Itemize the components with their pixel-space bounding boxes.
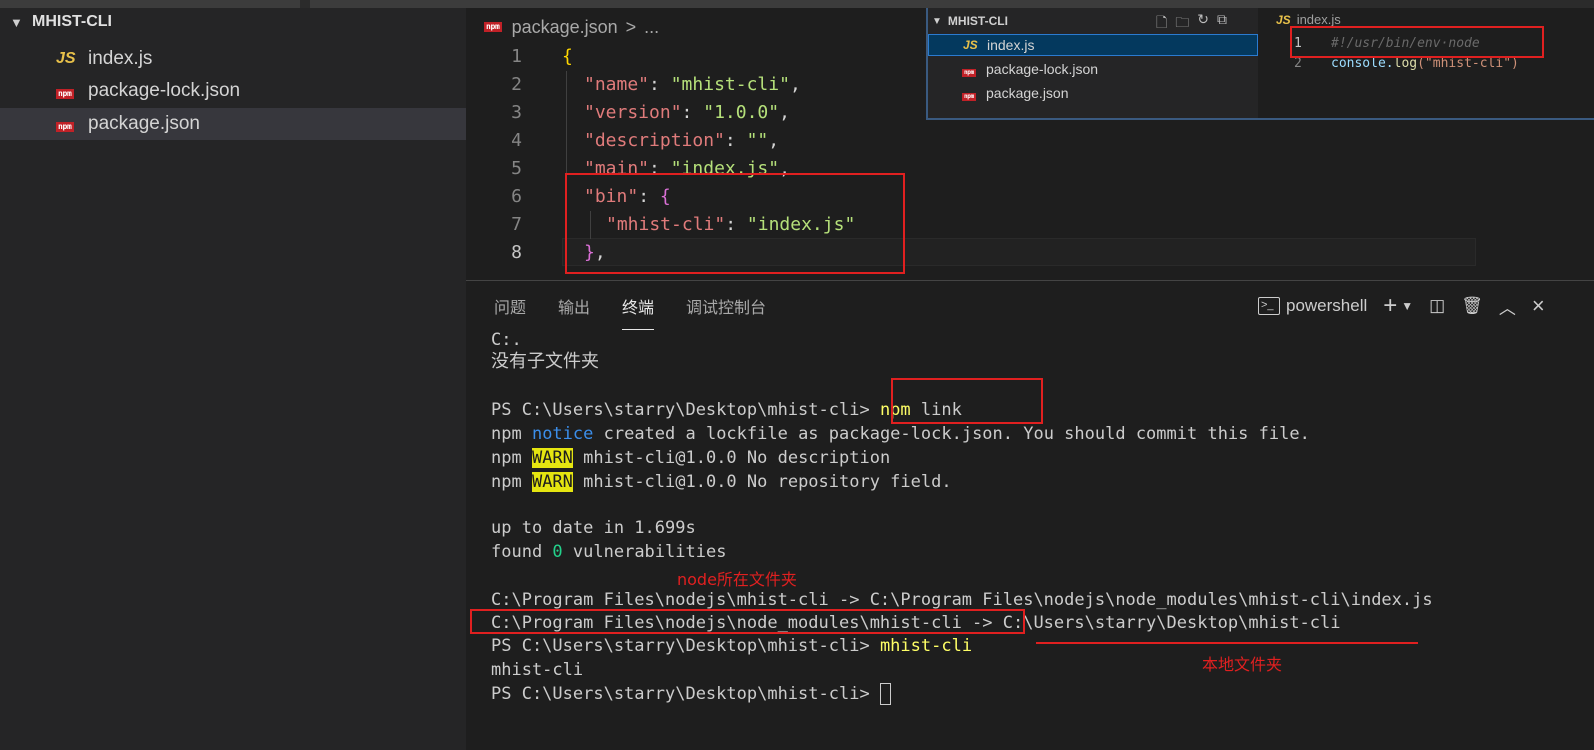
inset-file-label: index.js bbox=[987, 37, 1035, 53]
terminal-cursor bbox=[879, 683, 891, 705]
js-file-icon: JS bbox=[963, 38, 978, 52]
line-number: 2 bbox=[511, 74, 522, 95]
line-number: 3 bbox=[511, 102, 522, 123]
explorer-file-index-js[interactable]: JS index.js bbox=[0, 43, 466, 75]
explorer-folder-title: MHIST-CLI bbox=[32, 13, 112, 30]
line-number: 6 bbox=[511, 186, 522, 207]
npm-file-icon: npm bbox=[56, 89, 74, 99]
tab-strip-segment bbox=[310, 0, 1310, 8]
new-folder-icon[interactable]: 🗀 bbox=[1175, 12, 1189, 36]
line-number: 8 bbox=[511, 242, 522, 263]
line-number: 4 bbox=[511, 130, 522, 151]
annotation-box-bin bbox=[565, 173, 905, 274]
terminal-line: npm WARN mhist-cli@1.0.0 No description bbox=[491, 448, 891, 468]
explorer-file-package-lock-json[interactable]: npm package-lock.json bbox=[0, 75, 466, 107]
code-line-4: "description": "", bbox=[584, 130, 780, 151]
inset-explorer-toolbar: 🗋 🗀 ↻ ⧉ bbox=[1156, 12, 1227, 36]
terminal-shell-selector[interactable]: >_ powershell bbox=[1258, 296, 1367, 316]
refresh-icon[interactable]: ↻ bbox=[1197, 12, 1209, 36]
annotation-local-folder: 本地文件夹 bbox=[1202, 655, 1283, 674]
line-number: 7 bbox=[511, 214, 522, 235]
panel-toolbar: >_ powershell + ▼ ◫ 🗑 ︿ × bbox=[1258, 292, 1545, 320]
bottom-panel bbox=[466, 280, 1594, 750]
tab-output[interactable]: 输出 bbox=[558, 294, 590, 330]
collapse-all-icon[interactable]: ⧉ bbox=[1217, 12, 1227, 36]
tab-debug-console[interactable]: 调试控制台 bbox=[686, 294, 766, 330]
terminal-line: npm notice created a lockfile as package… bbox=[491, 424, 1310, 444]
inset-explorer-header[interactable]: ▼ MHIST-CLI bbox=[932, 12, 1008, 30]
js-file-icon: JS bbox=[56, 50, 76, 67]
annotation-underline bbox=[1036, 642, 1418, 644]
npm-file-icon: npm bbox=[484, 22, 502, 32]
shell-label: powershell bbox=[1286, 296, 1368, 315]
npm-file-icon: npm bbox=[56, 122, 74, 132]
chevron-down-icon: ▼ bbox=[932, 15, 942, 27]
trash-icon[interactable]: 🗑 bbox=[1461, 296, 1483, 316]
code-line-3: "version": "1.0.0", bbox=[584, 102, 790, 123]
panel-tabs: 问题 输出 终端 调试控制台 bbox=[494, 294, 766, 330]
terminal-line: 没有子文件夹 bbox=[491, 351, 599, 372]
npm-file-icon: npm bbox=[962, 93, 976, 101]
tab-problems[interactable]: 问题 bbox=[494, 294, 526, 330]
explorer-file-label: package-lock.json bbox=[88, 80, 241, 101]
inset-editor-tab[interactable]: JS index.js bbox=[1276, 12, 1341, 27]
explorer-file-label: index.js bbox=[88, 48, 153, 69]
terminal-line: PS C:\Users\starry\Desktop\mhist-cli> mh… bbox=[491, 636, 973, 656]
annotation-node-folder: node所在文件夹 bbox=[677, 570, 797, 589]
close-icon[interactable]: × bbox=[1532, 293, 1545, 319]
terminal-line: C:. bbox=[491, 330, 522, 350]
window-top-strip bbox=[0, 0, 1594, 8]
breadcrumb-separator: > bbox=[625, 16, 637, 37]
explorer-folder-header[interactable]: ▼ MHIST-CLI bbox=[0, 8, 466, 36]
chevron-down-icon[interactable]: ▼ bbox=[1401, 299, 1413, 313]
inset-explorer-title: MHIST-CLI bbox=[947, 14, 1008, 28]
terminal-prompt-line[interactable]: PS C:\Users\starry\Desktop\mhist-cli> bbox=[491, 682, 891, 706]
terminal-line: npm WARN mhist-cli@1.0.0 No repository f… bbox=[491, 472, 952, 492]
breadcrumb[interactable]: npm package.json > ... bbox=[484, 14, 659, 40]
terminal-line: up to date in 1.699s bbox=[491, 518, 696, 538]
terminal-line: mhist-cli bbox=[491, 660, 584, 680]
code-line-1: { bbox=[562, 46, 573, 67]
breadcrumb-more[interactable]: ... bbox=[644, 17, 659, 38]
code-line-2: "name": "mhist-cli", bbox=[584, 74, 801, 95]
explorer-file-package-json[interactable]: npm package.json bbox=[0, 108, 466, 140]
annotation-box-shebang bbox=[1290, 26, 1544, 58]
breadcrumb-file[interactable]: package.json bbox=[512, 17, 618, 38]
maximize-panel-icon[interactable]: ︿ bbox=[1499, 294, 1516, 319]
line-number: 5 bbox=[511, 158, 522, 179]
split-terminal-icon[interactable]: ◫ bbox=[1429, 296, 1445, 316]
add-terminal-icon[interactable]: + bbox=[1383, 292, 1397, 320]
annotation-box-node-modules bbox=[470, 609, 1025, 634]
inset-file-package-json[interactable]: npm package.json bbox=[928, 82, 1258, 104]
inset-file-package-lock-json[interactable]: npm package-lock.json bbox=[928, 58, 1258, 80]
tab-strip-segment bbox=[0, 0, 300, 8]
explorer-file-label: package.json bbox=[88, 113, 200, 134]
new-file-icon[interactable]: 🗋 bbox=[1156, 12, 1167, 36]
inset-tab-label: index.js bbox=[1296, 12, 1341, 27]
inset-file-index-js[interactable]: JS index.js bbox=[928, 34, 1258, 56]
annotation-box-npm-link bbox=[891, 378, 1043, 424]
js-file-icon: JS bbox=[1276, 13, 1291, 27]
line-number: 1 bbox=[511, 46, 522, 67]
inset-file-label: package-lock.json bbox=[986, 61, 1099, 77]
terminal-icon: >_ bbox=[1258, 297, 1280, 315]
inset-file-label: package.json bbox=[986, 85, 1069, 101]
terminal-line: found 0 vulnerabilities bbox=[491, 542, 727, 562]
tab-terminal[interactable]: 终端 bbox=[622, 294, 655, 330]
npm-file-icon: npm bbox=[962, 69, 976, 77]
chevron-down-icon: ▼ bbox=[10, 14, 23, 30]
